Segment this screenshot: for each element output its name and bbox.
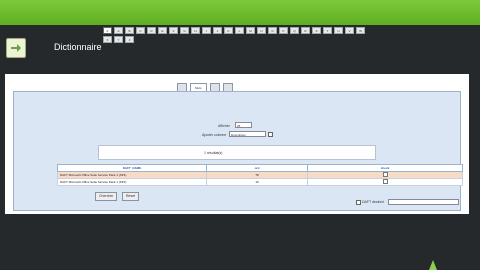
letter-button-X[interactable]: X [103,36,112,43]
letter-button-Z[interactable]: Z [125,36,134,43]
letter-button-R[interactable]: R [301,27,310,34]
letter-button-E[interactable]: E [158,27,167,34]
cell-name: DAFT Microsoft Office Suite Service Pack… [57,171,207,179]
letter-button-0[interactable]: 0 [103,27,112,34]
letter-button-O[interactable]: O [268,27,277,34]
cell-check[interactable] [307,178,463,186]
letter-button-J[interactable]: J [213,27,222,34]
letter-button-C[interactable]: C [136,27,145,34]
letter-button-H[interactable]: H [191,27,200,34]
col-header-check[interactable]: check [307,164,463,172]
daft-input[interactable] [388,199,459,205]
daft-checkbox[interactable] [356,200,361,205]
letter-button-T[interactable]: T [323,27,332,34]
top-banner [0,0,480,25]
result-message-box: 1 résultat(s) [98,145,376,160]
letter-button-A[interactable]: A [114,27,123,34]
table-row[interactable]: DAFT Microsoft Office Suite Service Pack… [57,178,463,186]
cell-value: 78 [206,171,308,179]
letter-button-U[interactable]: U [334,27,343,34]
letter-button-G[interactable]: G [180,27,189,34]
page-title: Dictionnaire [54,42,102,52]
results-table: DAFT_NAME ord check DAFT Microsoft Offic… [57,164,463,186]
ajouter-label: Ajouter colonne [202,133,227,137]
bottom-leaf-icon [429,260,437,270]
letter-button-F[interactable]: F [169,27,178,34]
cell-check[interactable] [307,171,463,179]
letter-button-I[interactable]: I [202,27,211,34]
letter-button-Q[interactable]: Q [290,27,299,34]
letter-button-B[interactable]: B [125,27,134,34]
letter-button-K[interactable]: K [224,27,233,34]
letter-button-S[interactable]: S [312,27,321,34]
cell-value: 16 [206,178,308,186]
letter-filter-bar: 0ABCDEFGHIJKLMNOPQRSTUVW XYZ [103,27,365,43]
letter-button-M[interactable]: M [246,27,255,34]
arrow-right-icon[interactable] [6,38,26,58]
ajouter-select[interactable]: Description [229,131,266,137]
result-message: 1 résultat(s) [204,151,223,155]
letter-button-W[interactable]: W [356,27,365,34]
daft-checkbox-label: DAFT desired [362,200,384,204]
table-row[interactable]: DAFT Microsoft Office Suite Service Pack… [57,171,463,179]
dictionary-panel: Mots [5,74,469,214]
letter-button-L[interactable]: L [235,27,244,34]
tab-bar: Mots [177,83,233,93]
chercher-button[interactable]: Chercher [95,192,118,201]
letter-button-N[interactable]: N [257,27,266,34]
letter-button-P[interactable]: P [279,27,288,34]
letter-button-V[interactable]: V [345,27,354,34]
letter-button-Y[interactable]: Y [114,36,123,43]
letter-button-D[interactable]: D [147,27,156,34]
ajouter-checkbox[interactable] [268,132,273,137]
reset-button[interactable]: Reset [122,192,140,201]
afficher-label: Afficher [218,124,230,128]
col-header-ord[interactable]: ord [206,164,308,172]
afficher-select[interactable]: 25 [235,122,252,128]
cell-name: DAFT Microsoft Office Suite Service Pack… [57,178,207,186]
col-header-name[interactable]: DAFT_NAME [57,164,207,172]
